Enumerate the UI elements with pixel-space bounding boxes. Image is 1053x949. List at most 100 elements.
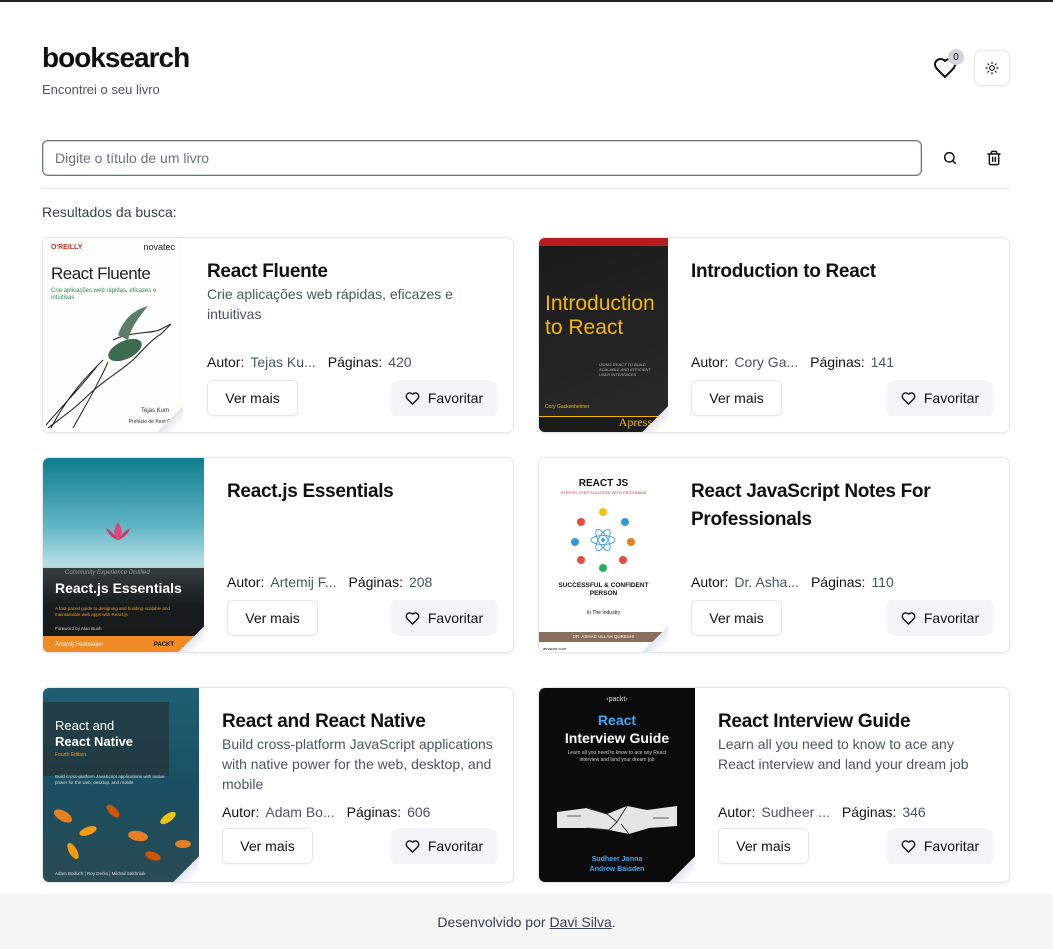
handshake-illustration <box>557 805 677 835</box>
pages-label: Páginas: <box>810 574 866 590</box>
book-meta: Autor: Tejas Ku... Páginas: 420 <box>207 354 497 370</box>
pages-label: Páginas: <box>327 354 383 370</box>
favorite-label: Favoritar <box>923 610 980 626</box>
book-meta: Autor: Dr. Asha... Páginas: 110 <box>691 574 993 590</box>
pages-label: Páginas: <box>841 804 897 820</box>
brand-logo: booksearch <box>42 42 190 73</box>
book-info: Introduction to React Autor: Cory Ga... … <box>691 238 993 432</box>
react-diagram <box>571 508 635 572</box>
page-curl <box>642 626 668 652</box>
heart-icon <box>405 839 420 853</box>
page-curl <box>669 856 695 882</box>
favorite-button[interactable]: Favoritar <box>391 380 497 416</box>
book-cover: ‹packt› React Interview Guide Learn all … <box>539 688 695 882</box>
book-meta: Autor: Adam Bo... Páginas: 606 <box>222 804 497 820</box>
favorites-button[interactable]: 0 <box>930 49 964 85</box>
page-curl <box>178 626 204 652</box>
author-value: Adam Bo... <box>265 804 335 820</box>
book-cover: React and React Native Fourth Edition Bu… <box>43 688 199 882</box>
book-info: React and React Native Build cross-platf… <box>222 688 497 882</box>
book-title: Introduction to React <box>691 261 876 282</box>
favorite-label: Favoritar <box>923 390 980 406</box>
book-info: React.js Essentials Autor: Artemij F... … <box>227 458 497 652</box>
see-more-button[interactable]: Ver mais <box>207 380 298 416</box>
book-info: React JavaScript Notes For Professionals… <box>691 458 993 652</box>
lotus-illustration <box>106 522 130 540</box>
pages-label: Páginas: <box>346 804 402 820</box>
author-label: Autor: <box>207 354 245 370</box>
author-label: Autor: <box>718 804 756 820</box>
author-value: Tejas Ku... <box>250 354 316 370</box>
book-card: REACT JS STEP BY STEP SOLUTION WITH PROG… <box>538 457 1010 653</box>
book-title: React JavaScript Notes For Professionals <box>691 481 931 530</box>
favorites-count-badge: 0 <box>948 49 964 65</box>
book-cover: Community Experience Distilled React.js … <box>43 458 204 652</box>
search-button[interactable] <box>936 144 964 172</box>
book-card: ‹packt› React Interview Guide Learn all … <box>538 687 1010 883</box>
see-more-button[interactable]: Ver mais <box>227 600 318 636</box>
pages-label: Páginas: <box>348 574 403 590</box>
search-bar <box>42 140 1010 176</box>
results-label: Resultados da busca: <box>42 204 177 220</box>
footer: Desenvolvido por Davi Silva . <box>0 894 1053 949</box>
book-cover: Introduction to React USING REACT TO BUI… <box>539 238 668 432</box>
pages-value: 208 <box>408 574 433 590</box>
see-more-button[interactable]: Ver mais <box>718 828 809 864</box>
favorite-label: Favoritar <box>427 390 484 406</box>
see-more-button[interactable]: Ver mais <box>222 828 313 864</box>
book-info: React Interview Guide Learn all you need… <box>718 688 993 882</box>
book-meta: Autor: Cory Ga... Páginas: 141 <box>691 354 993 370</box>
search-input[interactable] <box>42 140 922 176</box>
heart-icon <box>405 391 420 405</box>
favorite-button[interactable]: Favoritar <box>391 828 497 864</box>
favorite-label: Favoritar <box>427 610 484 626</box>
clear-search-button[interactable] <box>980 144 1008 172</box>
book-title: React Interview Guide <box>718 711 911 732</box>
book-subtitle: Build cross-platform JavaScript applicat… <box>222 736 493 792</box>
book-title: React and React Native <box>222 711 426 732</box>
heart-icon <box>405 611 420 625</box>
page-curl <box>642 406 668 432</box>
author-label: Autor: <box>691 574 729 590</box>
page-curl <box>173 856 199 882</box>
book-info: React Fluente Crie aplicações web rápida… <box>207 238 497 432</box>
author-link[interactable]: Davi Silva <box>550 914 612 930</box>
book-meta: Autor: Sudheer ... Páginas: 346 <box>718 804 993 820</box>
book-title: React Fluente <box>207 261 328 282</box>
book-card: Community Experience Distilled React.js … <box>42 457 514 653</box>
search-icon <box>943 151 957 165</box>
header-actions: 0 <box>930 49 1010 86</box>
theme-toggle-button[interactable] <box>974 50 1010 86</box>
sun-icon <box>985 61 999 75</box>
author-value: Artemij F... <box>270 574 337 590</box>
author-label: Autor: <box>227 574 265 590</box>
favorite-button[interactable]: Favoritar <box>391 600 497 636</box>
pages-value: 420 <box>388 354 412 370</box>
book-card: O'REILLY novatec React Fluente Crie apli… <box>42 237 514 433</box>
book-meta: Autor: Artemij F... Páginas: 208 <box>227 574 497 590</box>
favorite-label: Favoritar <box>923 838 980 854</box>
favorite-button[interactable]: Favoritar <box>887 600 993 636</box>
favorite-button[interactable]: Favoritar <box>887 380 993 416</box>
footer-suffix: . <box>611 913 616 930</box>
tagline: Encontrei o seu livro <box>42 82 160 97</box>
pages-value: 606 <box>407 804 431 820</box>
book-subtitle: Crie aplicações web rápidas, eficazes e … <box>207 286 453 322</box>
favorite-button[interactable]: Favoritar <box>887 828 993 864</box>
book-cover: O'REILLY novatec React Fluente Crie apli… <box>43 238 183 432</box>
page-curl <box>157 406 183 432</box>
author-label: Autor: <box>691 354 729 370</box>
see-more-button[interactable]: Ver mais <box>691 600 782 636</box>
app-header: booksearch Encontrei o seu livro 0 <box>42 42 1010 102</box>
book-subtitle: Learn all you need to know to ace any Re… <box>718 736 969 772</box>
book-cover: REACT JS STEP BY STEP SOLUTION WITH PROG… <box>539 458 668 652</box>
trash-icon <box>987 150 1001 166</box>
book-card: Introduction to React USING REACT TO BUI… <box>538 237 1010 433</box>
pages-value: 141 <box>870 354 894 370</box>
author-value: Dr. Asha... <box>734 574 799 590</box>
pages-label: Páginas: <box>810 354 865 370</box>
pages-value: 346 <box>902 804 926 820</box>
heart-icon <box>901 611 916 625</box>
see-more-button[interactable]: Ver mais <box>691 380 782 416</box>
pages-value: 110 <box>871 574 894 590</box>
